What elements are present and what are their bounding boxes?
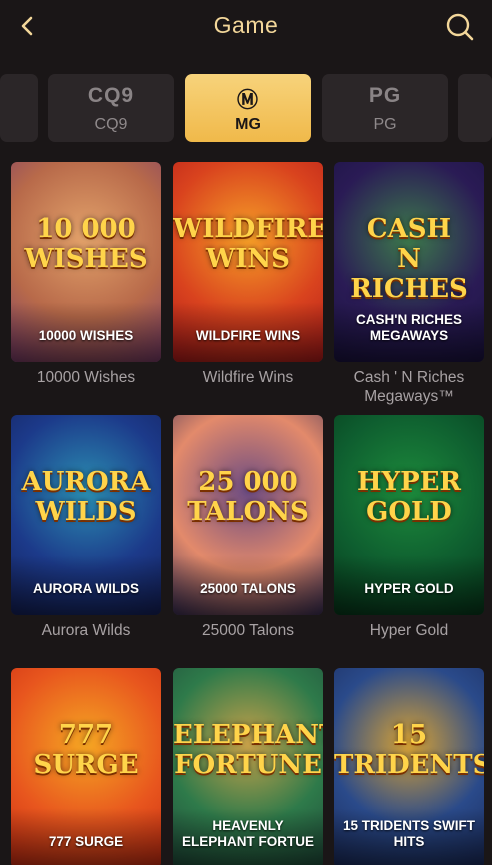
game-thumbnail[interactable]: ELEPHANT FORTUNE HEAVENLY ELEPHANT FORTUE <box>173 668 323 865</box>
game-thumbnail[interactable]: 25 000 TALONS 25000 TALONS <box>173 415 323 615</box>
game-caption: 10000 WISHES <box>38 328 134 343</box>
cq9-logo-icon: CQ9 <box>87 84 135 107</box>
game-thumbnail[interactable]: 15 TRIDENTS 15 TRIDENTS SWIFT HITS <box>334 668 484 865</box>
game-logo: ELEPHANT FORTUNE <box>173 720 323 780</box>
game-logo: 777 SURGE <box>33 720 139 780</box>
game-thumbnail[interactable]: CASH N RICHES CASH'N RICHES MEGAWAYS <box>334 162 484 362</box>
game-thumbnail[interactable]: AURORA WILDS AURORA WILDS <box>11 415 161 615</box>
game-name: Hyper Gold <box>369 622 449 639</box>
game-caption: 25000 TALONS <box>200 581 296 596</box>
game-caption: AURORA WILDS <box>33 581 139 596</box>
tab-cq9[interactable]: CQ9 CQ9 <box>48 74 174 142</box>
game-name: Aurora Wilds <box>41 622 131 639</box>
tab-label: MG <box>235 116 261 133</box>
game-thumbnail[interactable]: HYPER GOLD HYPER GOLD <box>334 415 484 615</box>
game-logo: 10 000 WISHES <box>24 214 148 274</box>
game-logo: WILDFIRE WINS <box>173 214 323 274</box>
game-caption: WILDFIRE WINS <box>195 328 301 343</box>
tab-label: PG <box>373 116 397 133</box>
tab-mg[interactable]: Ⓜ MG <box>185 74 311 142</box>
game-caption: HYPER GOLD <box>364 581 454 596</box>
game-caption: 777 SURGE <box>48 834 124 849</box>
game-logo: HYPER GOLD <box>356 467 462 527</box>
tab-pg[interactable]: PG PG <box>322 74 448 142</box>
game-name: Cash ' N Riches Megaways™ <box>353 369 465 405</box>
game-caption: 15 TRIDENTS SWIFT HITS <box>342 818 475 849</box>
game-name: 10000 Wishes <box>36 369 136 386</box>
game-thumbnail[interactable]: 10 000 WISHES 10000 WISHES <box>11 162 161 362</box>
game-thumbnail[interactable]: 777 SURGE 777 SURGE <box>11 668 161 865</box>
header: Game <box>0 0 492 52</box>
pg-logo-icon: PG <box>368 84 402 107</box>
game-logo: CASH N RICHES <box>350 214 468 304</box>
tab-partial-right[interactable] <box>458 74 492 142</box>
tab-partial-left[interactable] <box>0 74 38 142</box>
game-name: 25000 Talons <box>202 622 294 639</box>
game-logo: 25 000 TALONS <box>187 467 309 527</box>
search-icon[interactable] <box>444 11 476 43</box>
mg-logo-icon: Ⓜ <box>237 89 259 112</box>
game-thumbnail[interactable]: WILDFIRE WINS WILDFIRE WINS <box>173 162 323 362</box>
game-logo: 15 TRIDENTS <box>334 720 484 780</box>
game-name: Wildfire Wins <box>202 369 294 386</box>
game-logo: AURORA WILDS <box>21 467 151 527</box>
game-caption: CASH'N RICHES MEGAWAYS <box>356 312 462 343</box>
page-title: Game <box>213 12 279 38</box>
tab-label: CQ9 <box>94 116 128 133</box>
provider-tabs: CQ9 CQ9 Ⓜ MG PG PG <box>0 74 492 144</box>
game-caption: HEAVENLY ELEPHANT FORTUE <box>181 818 314 849</box>
